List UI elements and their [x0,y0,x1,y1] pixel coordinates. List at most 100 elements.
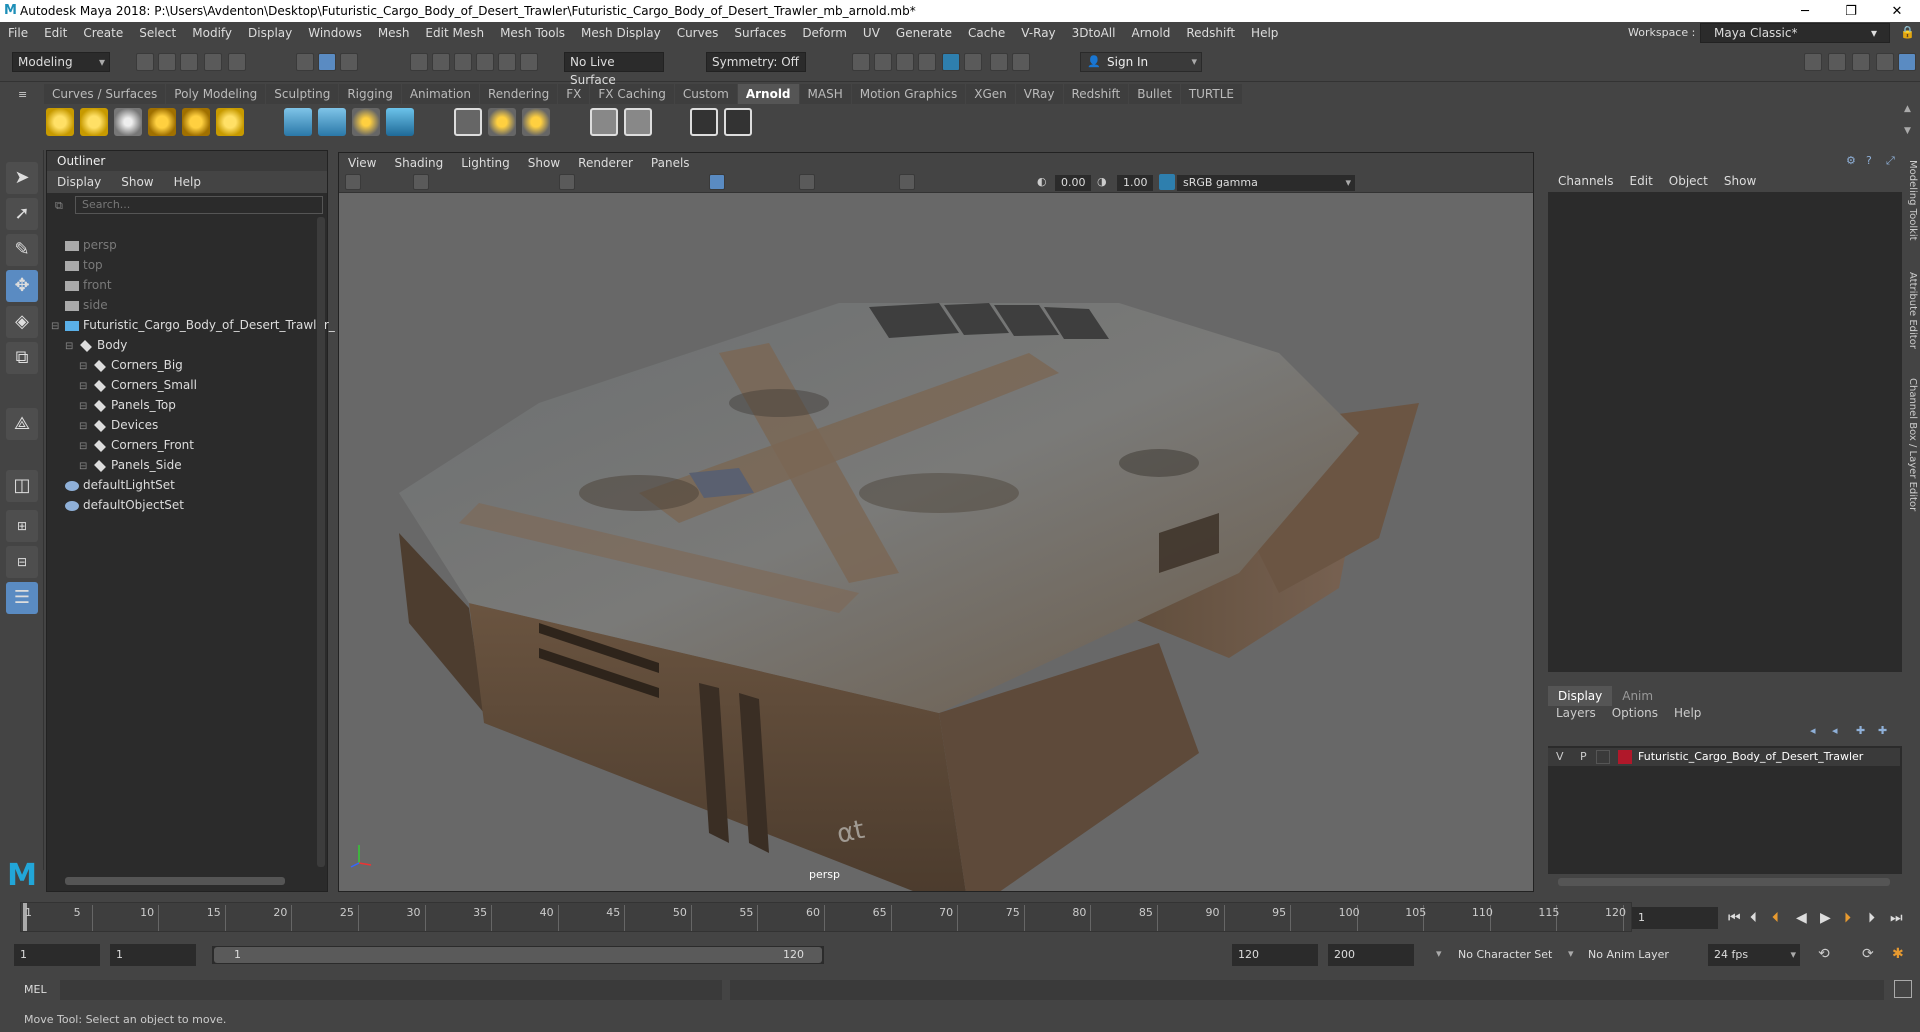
shelf-tab-bullet[interactable]: Bullet [1129,84,1180,104]
animation-end-field[interactable]: 200 [1328,944,1414,966]
playback-end-field[interactable]: 120 [1232,944,1318,966]
layer-menu-help[interactable]: Help [1666,706,1709,720]
outliner-toggle-icon[interactable] [1876,53,1894,71]
color-space-dropdown[interactable]: sRGB gamma ▾ [1177,175,1355,191]
move-layer-up-icon[interactable]: ◂ [1810,724,1816,737]
new-layer-selected-icon[interactable]: ✚ [1878,724,1887,737]
menu-cache[interactable]: Cache [960,26,1013,40]
mode-dropdown[interactable]: Modeling ▾ [12,52,110,72]
menu-edit-mesh[interactable]: Edit Mesh [417,26,492,40]
outliner-item[interactable]: ⊟ Corners_Big [79,355,183,375]
shelf-tab-arnold[interactable]: Arnold [737,84,799,104]
arnold-render-view-icon[interactable] [724,108,752,136]
viewport-menu-shading[interactable]: Shading [385,156,452,170]
channel-box-help-icon[interactable]: ? [1866,154,1872,167]
symmetry-dropdown[interactable]: Symmetry: Off [706,52,806,72]
shelf-tab-xgen[interactable]: XGen [966,84,1015,104]
menu-curves[interactable]: Curves [669,26,727,40]
shelf-tab-poly-modeling[interactable]: Poly Modeling [166,84,266,104]
layer-horizontal-scrollbar[interactable] [1558,878,1890,886]
shelf-tab-animation[interactable]: Animation [401,84,479,104]
workspace-dropdown[interactable]: Maya Classic* ▾ [1700,23,1890,43]
step-forward-icon[interactable]: ⏵ [1868,910,1875,926]
select-by-component-icon[interactable] [340,53,358,71]
select-by-hierarchy-icon[interactable] [296,53,314,71]
time-slider-track[interactable]: 1 5 10 15 20 25 30 35 40 45 50 55 60 65 70 75 80 85 90 95 1… [20,902,1632,932]
rotate-tool-icon[interactable]: ◈ [6,306,38,338]
paint-select-tool-icon[interactable]: ✎ [6,234,38,266]
menu-surfaces[interactable]: Surfaces [726,26,794,40]
menu-windows[interactable]: Windows [300,26,370,40]
layer-color-swatch[interactable] [1618,750,1632,764]
redo-icon[interactable] [228,53,246,71]
outliner-menu-help[interactable]: Help [164,175,211,189]
filter-icon[interactable]: ⧉ [55,199,63,213]
curve-collector-icon[interactable] [352,108,380,136]
render-frame-icon[interactable] [874,53,892,71]
outliner-horizontal-scrollbar[interactable] [65,877,285,885]
outliner-item[interactable]: defaultLightSet [65,475,175,495]
modeling-toolkit-icon[interactable] [1804,53,1822,71]
render-setup-icon[interactable] [964,53,982,71]
save-scene-icon[interactable] [180,53,198,71]
lasso-tool-icon[interactable]: ➚ [6,198,38,230]
shelf-tab-motion-graphics[interactable]: Motion Graphics [851,84,966,104]
playback-start-field[interactable]: 1 [110,944,196,966]
range-slider-handle[interactable]: 1 120 [214,947,822,963]
mel-label[interactable]: MEL [24,983,47,996]
select-tool-icon[interactable]: ➤ [6,162,38,194]
render-view-icon[interactable] [852,53,870,71]
shelf-tab-rendering[interactable]: Rendering [480,84,558,104]
layer-playback-toggle[interactable]: P [1580,750,1587,763]
tool-settings-icon[interactable] [1852,53,1870,71]
layer-menu-options[interactable]: Options [1604,706,1666,720]
area-light-icon[interactable] [46,108,74,136]
menu-mesh[interactable]: Mesh [370,26,418,40]
shelf-tab-mash[interactable]: MASH [799,84,851,104]
side-tab-channel-box[interactable]: Channel Box / Layer Editor [1907,378,1918,511]
outliner-search-input[interactable]: Search... [75,196,323,214]
time-slider[interactable]: 1 5 10 15 20 25 30 35 40 45 50 55 60 65 70 75 80 85 90 95 1… [0,898,1920,938]
menu-help[interactable]: Help [1243,26,1286,40]
script-editor-icon[interactable] [1894,980,1912,998]
select-camera-icon[interactable] [345,174,361,190]
mel-input[interactable] [60,980,722,1000]
outliner-item[interactable]: side [65,295,108,315]
gamma-field[interactable]: 1.00 [1117,175,1153,191]
outliner-item[interactable]: defaultObjectSet [65,495,184,515]
expand-icon[interactable]: ⊟ [79,437,93,457]
skydome-light-icon[interactable] [148,108,176,136]
viewport-menu-lighting[interactable]: Lighting [452,156,519,170]
menu-modify[interactable]: Modify [184,26,240,40]
layer-visibility-toggle[interactable]: V [1556,750,1564,763]
outliner-item[interactable]: persp [65,235,117,255]
outliner-vertical-scrollbar[interactable] [317,217,325,867]
outliner-menu-display[interactable]: Display [47,175,111,189]
play-forward-icon[interactable]: ▶ [1820,910,1831,926]
light-editor-icon[interactable] [990,53,1008,71]
undo-icon[interactable] [204,53,222,71]
auto-key-icon[interactable]: ⟳ [1862,946,1874,962]
light-manager-icon[interactable] [624,108,652,136]
color-management-icon[interactable] [1159,174,1175,190]
viewport-menu-show[interactable]: Show [519,156,569,170]
shelf-tab-turtle[interactable]: TURTLE [1180,84,1242,104]
camera-attributes-icon[interactable] [413,174,429,190]
layer-type-toggle[interactable] [1596,750,1610,764]
menu-edit[interactable]: Edit [36,26,75,40]
anim-layer-label[interactable]: No Anim Layer [1588,948,1669,961]
outliner-item[interactable]: ⊟ Panels_Side [79,455,182,475]
scale-tool-icon[interactable]: ⧉ [6,342,38,374]
current-frame-field[interactable]: 1 [1632,907,1718,929]
maximize-button[interactable]: ❐ [1828,0,1874,22]
go-to-start-icon[interactable]: ⏮ [1728,910,1741,926]
outliner-item[interactable]: front [65,275,112,295]
gamma-icon[interactable]: ◑ [1097,175,1107,188]
menu-3dtoall[interactable]: 3DtoAll [1064,26,1124,40]
tab-anim[interactable]: Anim [1612,686,1663,706]
smooth-shade-icon[interactable] [709,174,725,190]
render-preview-icon[interactable] [690,108,718,136]
ipr-render-icon[interactable] [896,53,914,71]
outliner-item[interactable]: top [65,255,103,275]
outliner-item[interactable]: ⊟ Corners_Front [79,435,194,455]
